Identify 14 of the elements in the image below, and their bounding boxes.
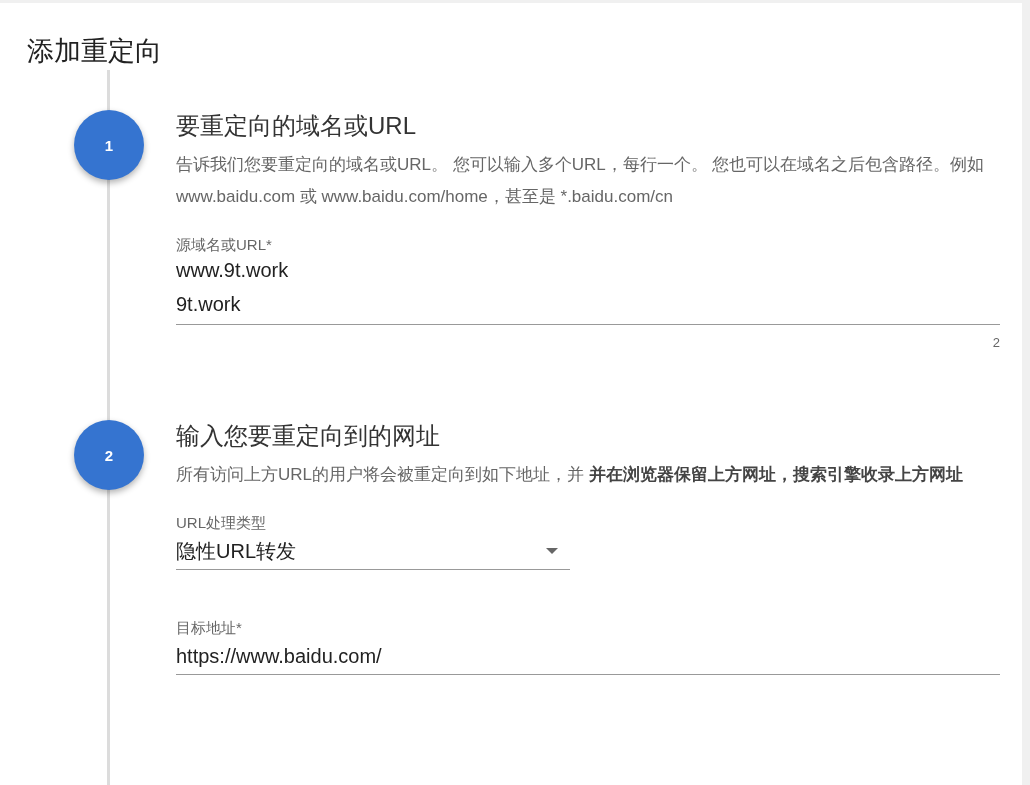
step-description: 所有访问上方URL的用户将会被重定向到如下地址，并 并在浏览器保留上方网址，搜索引擎收录上方网址 [176, 464, 964, 486]
field-label: URL处理类型 [176, 513, 267, 533]
page-title: 添加重定向 [26, 35, 162, 68]
step-description: 告诉我们您要重定向的域名或URL。 您可以输入多个URL，每行一个。 您也可以在域名之后包含路径。例如 www.baidu.com 或 www.baidu.com/home，甚至是 *.baidu.com/cn [176, 154, 986, 208]
step-number-badge: 1 [74, 110, 144, 180]
step-heading: 要重定向的域名或URL [176, 111, 417, 141]
step-heading: 输入您要重定向到的网址 [176, 421, 441, 451]
dropdown-field[interactable]: 隐性URL转发 [176, 533, 570, 570]
url-input-field[interactable]: https://www.baidu.com/ [176, 638, 1000, 675]
step-number-badge: 2 [74, 420, 144, 490]
textarea-field[interactable]: www.9t.work 9t.work [176, 255, 1000, 325]
field-label: 源域名或URL* [176, 235, 273, 255]
field-label: 目标地址* [176, 618, 243, 638]
line-counter: 2 [991, 334, 1000, 352]
